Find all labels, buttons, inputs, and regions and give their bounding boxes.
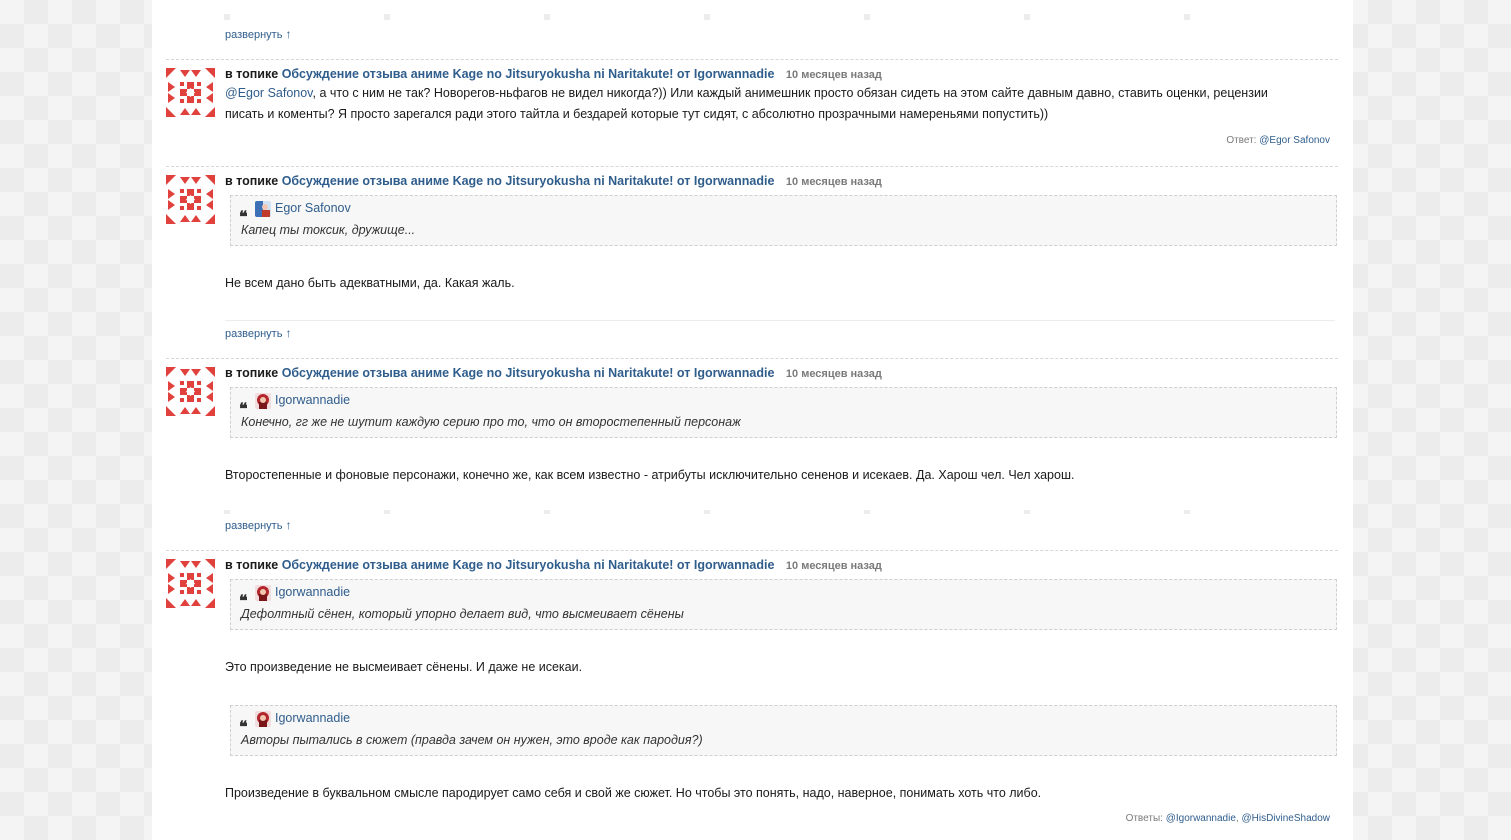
topic-prefix: в топике — [225, 558, 279, 572]
comment-time: 10 месяцев назад — [785, 176, 882, 188]
comment-text: @Egor Safonov, а что с ним не так? Новор… — [225, 83, 1268, 125]
quote-block: ❝ Igorwannadie Дефолтный сёнен, который … — [230, 579, 1337, 630]
truncated-text-line — [224, 14, 1334, 20]
comment-header: в топике Обсуждение отзыва аниме Kage no… — [225, 558, 882, 572]
comment-text-line-2: писать и коменты? Я просто зарегался рад… — [225, 107, 1049, 121]
avatar[interactable] — [166, 68, 215, 117]
expand-link[interactable]: развернуть ↑ — [225, 27, 291, 41]
comment-item: в топике Обсуждение отзыва аниме Kage no… — [166, 550, 1338, 840]
quote-block: ❝ Igorwannadie Конечно, гг же не шутит к… — [230, 387, 1337, 438]
quote-author-avatar[interactable] — [255, 393, 271, 409]
topic-prefix: в топике — [225, 174, 279, 188]
reply-info: Ответы: @Igorwannadie, @HisDivineShadow — [1126, 813, 1330, 824]
quote-author-avatar[interactable] — [255, 201, 271, 217]
comment-time: 10 месяцев назад — [785, 560, 882, 572]
arrow-up-icon: ↑ — [285, 27, 292, 41]
quote-author-link[interactable]: Igorwannadie — [275, 393, 350, 407]
comment-text: Не всем дано быть адекватными, да. Какая… — [225, 276, 515, 290]
comment-text-line: , а что с ним не так? Новорегов-ньфагов … — [312, 86, 1268, 100]
mention-link[interactable]: @Egor Safonov — [225, 86, 313, 100]
topic-link[interactable]: Обсуждение отзыва аниме Kage no Jitsuryo… — [282, 67, 775, 81]
divider — [225, 320, 1335, 321]
topic-prefix: в топике — [225, 67, 279, 81]
topic-link[interactable]: Обсуждение отзыва аниме Kage no Jitsuryo… — [282, 174, 775, 188]
quote-block: ❝ Igorwannadie Авторы пытались в сюжет (… — [230, 705, 1337, 756]
expand-label[interactable]: развернуть — [225, 520, 282, 532]
avatar[interactable] — [166, 559, 215, 608]
quote-author-avatar[interactable] — [255, 711, 271, 727]
avatar[interactable] — [166, 367, 215, 416]
comment-text: Это произведение не высмеивает сёнены. И… — [225, 660, 583, 674]
comment-time: 10 месяцев назад — [785, 69, 882, 81]
comment-text: Произведение в буквальном смысле пародир… — [225, 786, 1042, 800]
quote-author-link[interactable]: Igorwannadie — [275, 711, 350, 725]
arrow-up-icon: ↑ — [285, 518, 292, 532]
quote-text: Дефолтный сёнен, который упорно делает в… — [241, 607, 684, 621]
quote-block: ❝ Egor Safonov Капец ты токсик, дружище.… — [230, 195, 1337, 246]
comments-panel: развернуть ↑ в топике Обсуждение отзыва а… — [152, 0, 1353, 840]
comment-header: в топике Обсуждение отзыва аниме Kage no… — [225, 366, 882, 380]
truncated-text-line — [224, 510, 1334, 514]
comment-text: Второстепенные и фоновые персонажи, коне… — [225, 468, 1075, 482]
expand-label[interactable]: развернуть — [225, 29, 282, 41]
quote-text: Конечно, гг же не шутит каждую серию про… — [241, 415, 741, 429]
quote-text: Авторы пытались в сюжет (правда зачем он… — [241, 733, 703, 747]
quote-author-avatar[interactable] — [255, 585, 271, 601]
expand-label[interactable]: развернуть — [225, 328, 282, 340]
comment-item: в топике Обсуждение отзыва аниме Kage no… — [166, 59, 1338, 159]
reply-link[interactable]: @HisDivineShadow — [1241, 813, 1330, 824]
comment-header: в топике Обсуждение отзыва аниме Kage no… — [225, 67, 882, 81]
avatar[interactable] — [166, 175, 215, 224]
topic-prefix: в топике — [225, 366, 279, 380]
reply-link[interactable]: @Egor Safonov — [1259, 135, 1330, 146]
comment-header: в топике Обсуждение отзыва аниме Kage no… — [225, 174, 882, 188]
arrow-up-icon: ↑ — [285, 326, 292, 340]
expand-link[interactable]: развернуть ↑ — [225, 518, 291, 532]
expand-link[interactable]: развернуть ↑ — [225, 326, 291, 340]
reply-label: Ответ: — [1226, 135, 1257, 146]
reply-label: Ответы: — [1125, 813, 1163, 824]
quote-text: Капец ты токсик, дружище... — [241, 223, 416, 237]
quote-author-link[interactable]: Egor Safonov — [275, 201, 351, 215]
comment-item: в топике Обсуждение отзыва аниме Kage no… — [166, 358, 1338, 508]
topic-link[interactable]: Обсуждение отзыва аниме Kage no Jitsuryo… — [282, 366, 775, 380]
reply-info: Ответ: @Egor Safonov — [1226, 135, 1330, 146]
comment-time: 10 месяцев назад — [785, 368, 882, 380]
topic-link[interactable]: Обсуждение отзыва аниме Kage no Jitsuryo… — [282, 558, 775, 572]
quote-author-link[interactable]: Igorwannadie — [275, 585, 350, 599]
reply-link[interactable]: @Igorwannadie — [1166, 813, 1236, 824]
